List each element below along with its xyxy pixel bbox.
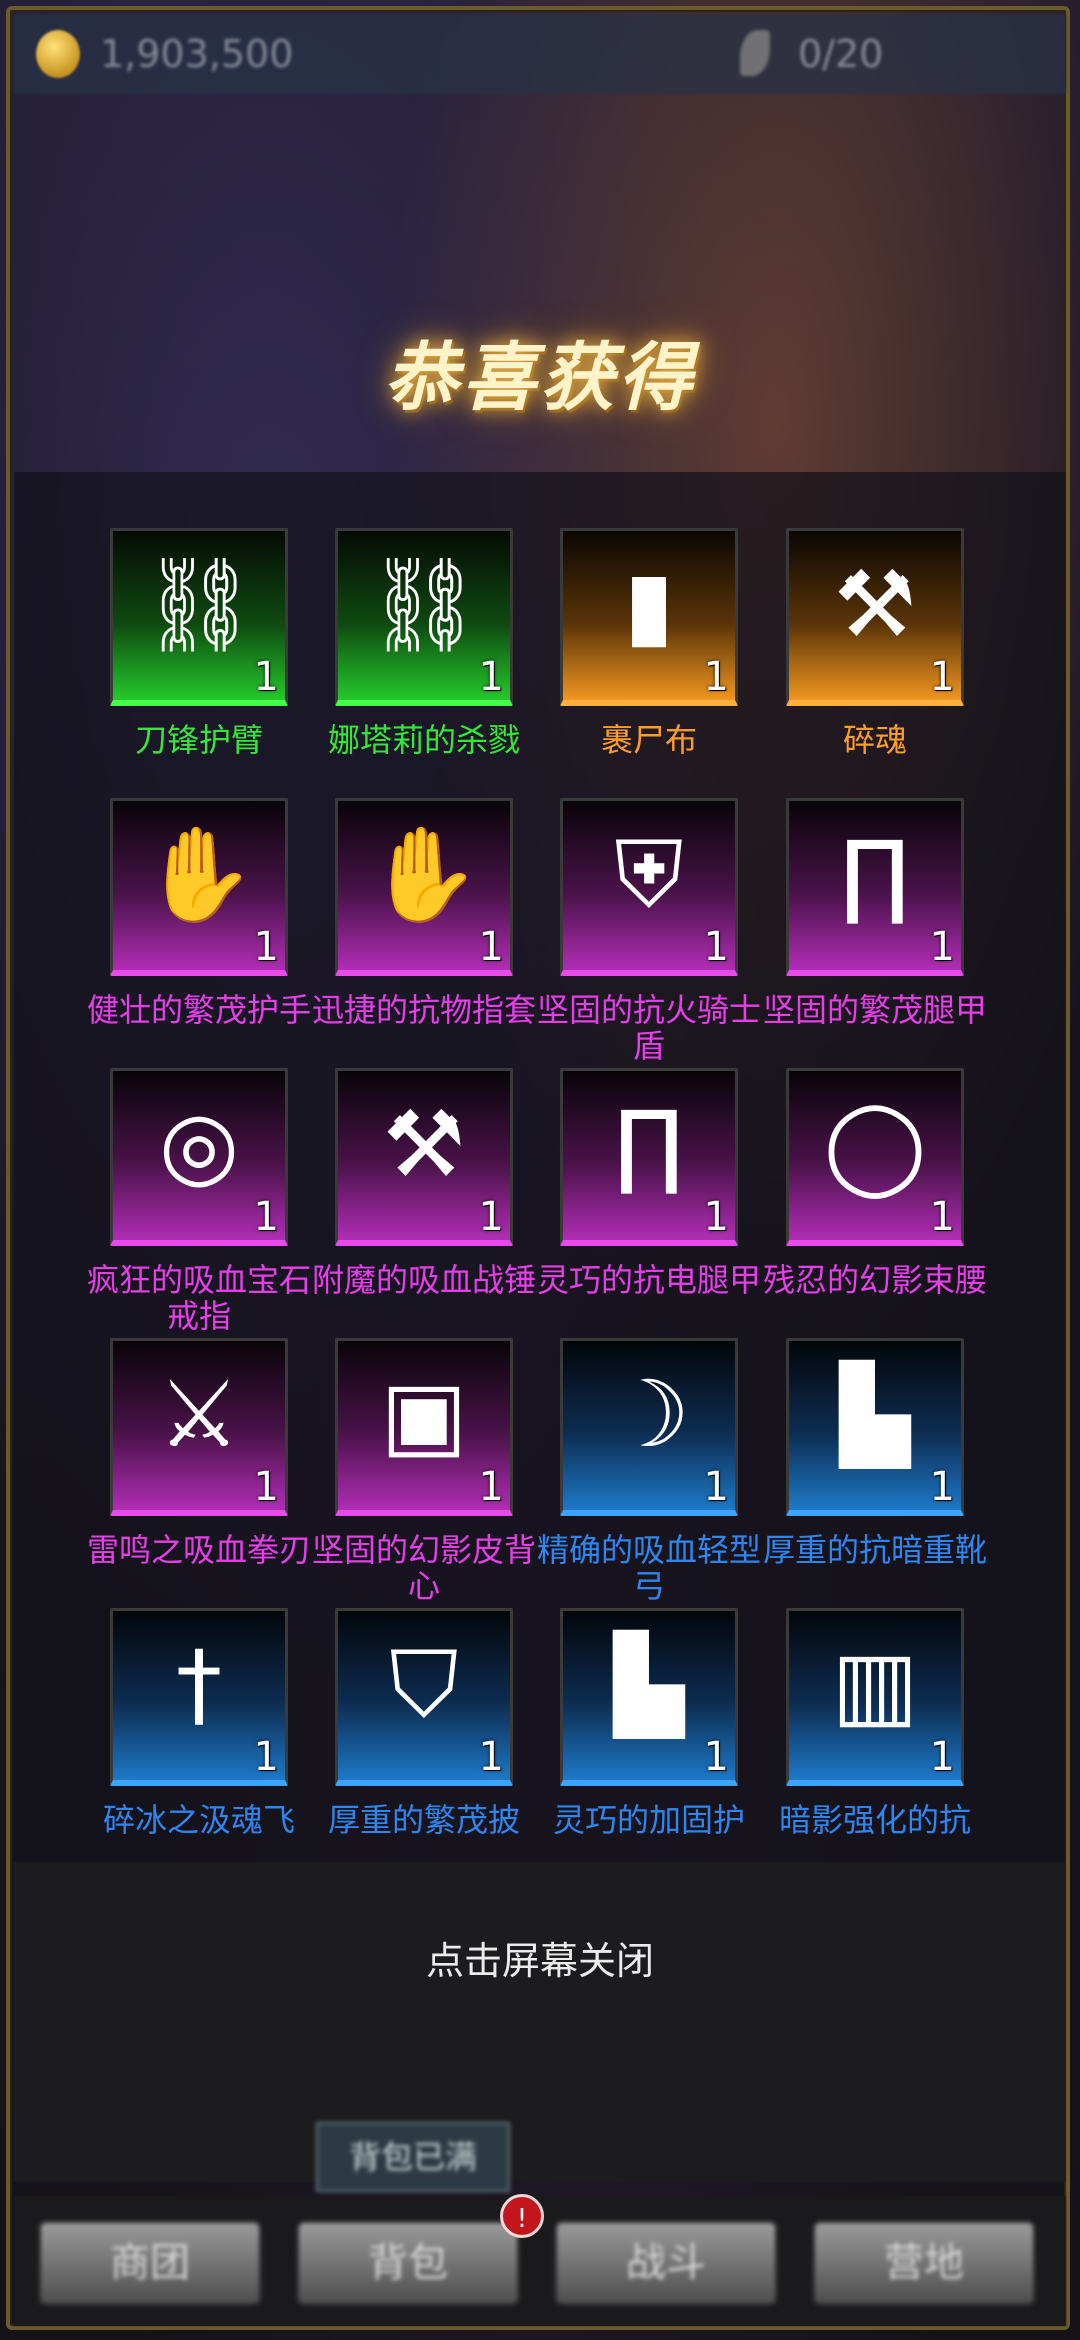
item-count: 1 bbox=[478, 1194, 504, 1240]
item-name: 坚固的抗火骑士盾 bbox=[536, 991, 761, 1065]
reward-item-slot[interactable]: ☽ 1 bbox=[560, 1338, 738, 1516]
item-name: 灵巧的加固护 bbox=[552, 1801, 745, 1839]
item-count: 1 bbox=[929, 1194, 955, 1240]
reward-item-slot[interactable]: ▣ 1 bbox=[335, 1338, 513, 1516]
item-count: 1 bbox=[929, 924, 955, 970]
reward-item-slot[interactable]: ∏ 1 bbox=[786, 798, 964, 976]
item-count: 1 bbox=[929, 1464, 955, 1510]
reward-item-slot[interactable]: ⛓ 1 bbox=[110, 528, 288, 706]
reward-item-slot[interactable]: ∏ 1 bbox=[560, 1068, 738, 1246]
item-name: 残忍的幻影束腰 bbox=[762, 1261, 987, 1299]
item-name: 厚重的抗暗重靴 bbox=[762, 1531, 987, 1569]
dagger-icon: † bbox=[176, 1631, 222, 1738]
reward-item-slot[interactable]: ⚔ 1 bbox=[110, 1338, 288, 1516]
item-name: 刀锋护臂 bbox=[134, 721, 263, 759]
reward-item-slot[interactable]: ▮ 1 bbox=[560, 528, 738, 706]
close-hint[interactable]: 点击屏幕关闭 bbox=[0, 1930, 1080, 1985]
item-name: 娜塔莉的杀戮 bbox=[327, 721, 520, 759]
reward-item-slot[interactable]: ⚒ 1 bbox=[786, 528, 964, 706]
reward-item-slot[interactable]: ▙ 1 bbox=[786, 1338, 964, 1516]
gauntlets-icon: ✋ bbox=[141, 821, 257, 928]
item-count: 1 bbox=[478, 924, 504, 970]
item-name: 附魔的吸血战锤 bbox=[311, 1261, 536, 1299]
item-count: 1 bbox=[478, 1464, 504, 1510]
gloves-icon: ✋ bbox=[366, 821, 482, 928]
reward-item-slot[interactable]: ▙ 1 bbox=[560, 1608, 738, 1786]
fist-blade-icon: ⚔ bbox=[157, 1361, 241, 1468]
item-count: 1 bbox=[703, 654, 729, 700]
item-name: 碎魂 bbox=[842, 721, 907, 759]
reward-item-slot[interactable]: ⛉ 1 bbox=[335, 1608, 513, 1786]
vambrace-icon: ▥ bbox=[831, 1631, 919, 1738]
boots-icon: ▙ bbox=[839, 1361, 911, 1468]
tab-backpack[interactable]: 背包 bbox=[296, 2220, 520, 2306]
greaves-icon: ▙ bbox=[613, 1631, 685, 1738]
notification-badge: ! bbox=[500, 2194, 544, 2238]
item-name: 精确的吸血轻型弓 bbox=[536, 1531, 761, 1605]
item-count: 1 bbox=[703, 924, 729, 970]
item-name: 健壮的繁茂护手 bbox=[86, 991, 311, 1029]
cloak-icon: ⛉ bbox=[389, 1631, 459, 1738]
shroud-icon: ▮ bbox=[623, 551, 675, 658]
leather-vest-icon: ▣ bbox=[380, 1361, 468, 1468]
item-name: 裹尸布 bbox=[600, 721, 697, 759]
shield-icon: ⛨ bbox=[614, 821, 684, 928]
item-count: 1 bbox=[478, 1734, 504, 1780]
mace-icon: ⚒ bbox=[833, 551, 917, 658]
item-name: 灵巧的抗电腿甲 bbox=[536, 1261, 761, 1299]
belt-icon: ◯ bbox=[823, 1091, 927, 1198]
reward-item-slot[interactable]: ⛓ 1 bbox=[335, 528, 513, 706]
item-count: 1 bbox=[253, 1464, 279, 1510]
item-name: 暗影强化的抗 bbox=[778, 1801, 971, 1839]
reward-grid: ⛓ 1 刀锋护臂 ⛓ 1 娜塔莉的杀戮 ▮ 1 裹尸布 ⚒ 1 碎魂 ✋ 1 健壮的繁茂护手 ✋ 1 迅捷的抗物指… bbox=[0, 0, 1080, 1862]
hammer-icon: ⚒ bbox=[382, 1091, 466, 1198]
item-count: 1 bbox=[253, 1734, 279, 1780]
bag-full-tip: 背包已满 bbox=[316, 2122, 510, 2192]
spiked-bracer-icon: ⛓ bbox=[365, 551, 483, 658]
reward-item-slot[interactable]: ▥ 1 bbox=[786, 1608, 964, 1786]
item-count: 1 bbox=[703, 1734, 729, 1780]
ring-icon: ◎ bbox=[158, 1091, 240, 1198]
item-name: 疯狂的吸血宝石戒指 bbox=[86, 1261, 311, 1335]
item-name: 碎冰之汲魂飞 bbox=[102, 1801, 295, 1839]
item-count: 1 bbox=[929, 1734, 955, 1780]
item-count: 1 bbox=[253, 924, 279, 970]
tab-merchant[interactable]: 商团 bbox=[38, 2220, 262, 2306]
leg-armor-icon: ∏ bbox=[840, 821, 910, 928]
reward-item-slot[interactable]: ✋ 1 bbox=[335, 798, 513, 976]
bow-icon: ☽ bbox=[607, 1361, 691, 1468]
close-panel[interactable] bbox=[14, 1862, 1066, 2182]
reward-item-slot[interactable]: ◯ 1 bbox=[786, 1068, 964, 1246]
item-name: 坚固的幻影皮背心 bbox=[311, 1531, 536, 1605]
item-name: 迅捷的抗物指套 bbox=[311, 991, 536, 1029]
reward-item-slot[interactable]: † 1 bbox=[110, 1608, 288, 1786]
reward-item-slot[interactable]: ⚒ 1 bbox=[335, 1068, 513, 1246]
leg-armor-icon: ∏ bbox=[614, 1091, 684, 1198]
item-count: 1 bbox=[929, 654, 955, 700]
item-count: 1 bbox=[703, 1464, 729, 1510]
bracer-icon: ⛓ bbox=[140, 551, 258, 658]
item-name: 雷鸣之吸血拳刃 bbox=[86, 1531, 311, 1569]
reward-item-slot[interactable]: ◎ 1 bbox=[110, 1068, 288, 1246]
tab-battle[interactable]: 战斗 bbox=[554, 2220, 778, 2306]
tab-camp[interactable]: 营地 bbox=[812, 2220, 1036, 2306]
item-count: 1 bbox=[253, 1194, 279, 1240]
item-count: 1 bbox=[253, 654, 279, 700]
item-name: 坚固的繁茂腿甲 bbox=[762, 991, 987, 1029]
reward-item-slot[interactable]: ✋ 1 bbox=[110, 798, 288, 976]
reward-item-slot[interactable]: ⛨ 1 bbox=[560, 798, 738, 976]
item-count: 1 bbox=[703, 1194, 729, 1240]
item-count: 1 bbox=[478, 654, 504, 700]
item-name: 厚重的繁茂披 bbox=[327, 1801, 520, 1839]
